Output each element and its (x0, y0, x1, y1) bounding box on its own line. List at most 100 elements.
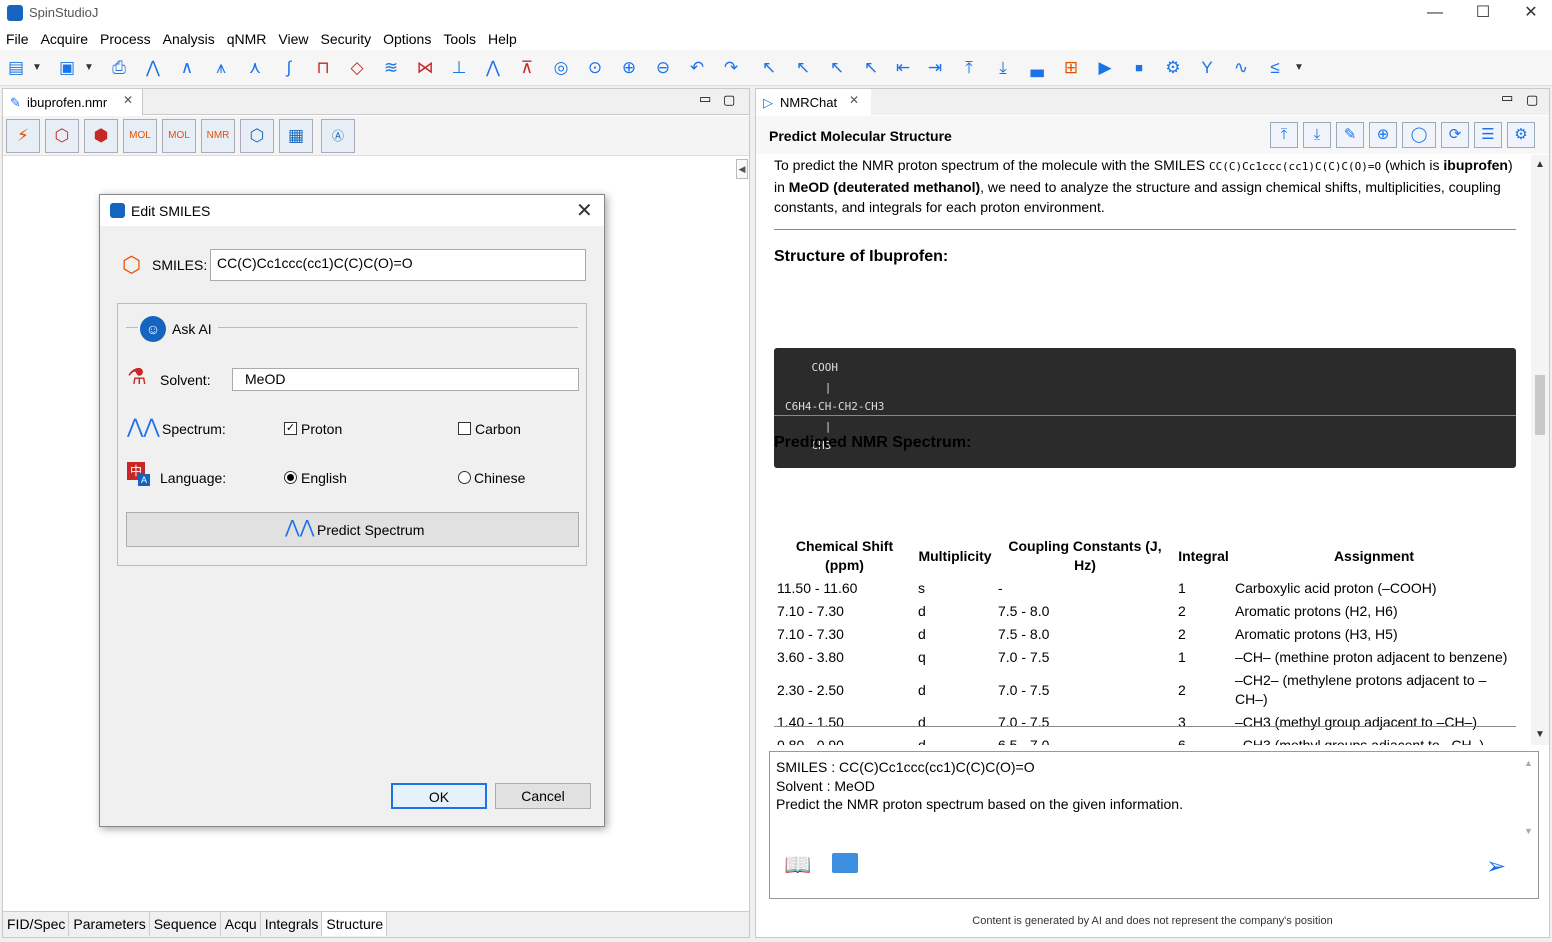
multiplet-icon[interactable]: ⩚ (210, 57, 232, 79)
undo-icon[interactable]: ↶ (686, 57, 708, 79)
tab-acqu[interactable]: Acqu (221, 912, 261, 936)
tab-structure[interactable]: Structure (322, 912, 388, 936)
menu-tools[interactable]: Tools (437, 28, 482, 47)
menu-qnmr[interactable]: qNMR (221, 28, 273, 47)
minimize-button[interactable]: — (1412, 0, 1458, 28)
tab-fid-spec[interactable]: FID/Spec (3, 912, 70, 936)
last-icon[interactable]: ⇥ (924, 57, 946, 79)
folder-icon[interactable] (832, 853, 858, 873)
edit-icon[interactable]: ✎ (1336, 122, 1364, 148)
play-icon[interactable]: ▶ (1094, 57, 1116, 79)
cursor-icon[interactable]: ↖ (826, 57, 848, 79)
phase-icon[interactable]: ⊓ (312, 57, 334, 79)
menu-security[interactable]: Security (315, 28, 378, 47)
tab-nmrchat[interactable]: ▷ NMRChat ✕ (756, 89, 871, 115)
redo-icon[interactable]: ↷ (720, 57, 742, 79)
database-icon[interactable]: ☰ (1474, 122, 1502, 148)
close-icon[interactable]: ✕ (849, 93, 859, 107)
fork-icon[interactable]: Y (1196, 57, 1218, 79)
chinese-radio[interactable] (458, 471, 471, 484)
carbon-checkbox[interactable] (458, 422, 471, 435)
maximize-icon[interactable]: ▢ (1526, 92, 1538, 108)
ref-circle-icon[interactable]: ◎ (550, 57, 572, 79)
peak-icon[interactable]: ∧ (176, 57, 198, 79)
proton-checkbox[interactable]: ✓ (284, 422, 297, 435)
save-icon[interactable]: ▣ (56, 57, 78, 79)
export-mol-icon[interactable]: MOL (162, 119, 196, 153)
scroll-up-icon[interactable]: ▲ (1535, 159, 1545, 170)
chevron-down-icon[interactable]: ▼ (1292, 57, 1306, 79)
download-icon[interactable]: ⤓ (992, 57, 1014, 79)
wand-icon[interactable]: ⚡ (6, 119, 40, 153)
chat-input-box[interactable]: SMILES : CC(C)Cc1ccc(cc1)C(C)C(O)=O Solv… (769, 751, 1539, 899)
chat-scrollbar[interactable]: ▲ ▼ (1531, 155, 1549, 745)
grid-icon[interactable]: ⊞ (1060, 57, 1082, 79)
new-chat-icon[interactable]: ⊕ (1369, 122, 1397, 148)
stop-icon[interactable]: ■ (1128, 57, 1150, 79)
ok-button[interactable]: OK (391, 783, 487, 809)
pulse-icon[interactable]: ∿ (1230, 57, 1252, 79)
menu-options[interactable]: Options (377, 28, 437, 47)
predict-spectrum-button[interactable]: ⋀⋀ Predict Spectrum (126, 512, 579, 547)
menu-help[interactable]: Help (482, 28, 523, 47)
cut-icon[interactable]: ⋈ (414, 57, 436, 79)
chevron-down-icon[interactable]: ▼ (30, 57, 44, 79)
settings-icon[interactable]: ⚙ (1507, 122, 1535, 148)
reference-icon[interactable]: ⊼ (516, 57, 538, 79)
import-mol-icon[interactable]: MOL (123, 119, 157, 153)
chat-bubble-icon[interactable]: ◯ (1402, 122, 1436, 148)
cursor-icon[interactable]: ↖ (758, 57, 780, 79)
scroll-down-icon[interactable]: ▼ (1535, 729, 1545, 740)
send-icon[interactable]: ➢ (1486, 852, 1506, 881)
nmr-icon[interactable]: NMR (201, 119, 235, 153)
tab-ibuprofen[interactable]: ✎ ibuprofen.nmr ✕ (3, 89, 143, 115)
cursor-icon[interactable]: ↖ (860, 57, 882, 79)
tab-integrals[interactable]: Integrals (261, 912, 323, 936)
menu-process[interactable]: Process (94, 28, 157, 47)
book-icon[interactable]: 📖 (784, 852, 811, 878)
chevron-down-icon[interactable]: ▼ (82, 57, 96, 79)
maximize-icon[interactable]: ▢ (723, 92, 735, 108)
chart-icon[interactable]: ▃ (1026, 57, 1048, 79)
smiles-input[interactable]: CC(C)Cc1ccc(cc1)C(C)C(O)=O (210, 249, 586, 281)
peak-pick-icon[interactable]: ⋏ (244, 57, 266, 79)
tab-parameters[interactable]: Parameters (69, 912, 150, 936)
tab-sequence[interactable]: Sequence (150, 912, 221, 936)
chat-input-text[interactable]: SMILES : CC(C)Cc1ccc(cc1)C(C)C(O)=O Solv… (776, 758, 1183, 814)
menu-file[interactable]: File (0, 28, 35, 47)
zoom-in-icon[interactable]: ⊕ (618, 57, 640, 79)
first-icon[interactable]: ⇤ (892, 57, 914, 79)
delete-structure-icon[interactable]: ⬡ (45, 119, 79, 153)
solvent-input[interactable]: MeOD (232, 368, 579, 391)
scroll-down-icon[interactable]: ▼ (1524, 826, 1533, 836)
cancel-button[interactable]: Cancel (495, 783, 591, 809)
menu-analysis[interactable]: Analysis (157, 28, 221, 47)
close-icon[interactable]: ✕ (123, 93, 133, 107)
spectrum-icon[interactable]: ⋀ (142, 57, 164, 79)
scroll-up-icon[interactable]: ▲ (1524, 758, 1533, 768)
grid-icon[interactable]: ▦ (279, 119, 313, 153)
upload-icon[interactable]: ⤒ (958, 57, 980, 79)
download-icon[interactable]: ⤓ (1303, 122, 1331, 148)
new-icon[interactable]: ▤ (5, 57, 27, 79)
remove-atom-icon[interactable]: ⬢ (84, 119, 118, 153)
menu-acquire[interactable]: Acquire (35, 28, 94, 47)
minimize-icon[interactable]: ▭ (699, 91, 711, 107)
stack-icon[interactable]: ⊥ (448, 57, 470, 79)
settings-icon[interactable]: ⚙ (1162, 57, 1184, 79)
close-button[interactable]: ✕ (1508, 0, 1552, 28)
close-icon[interactable]: ✕ (576, 198, 593, 223)
zoom-out-icon[interactable]: ⊖ (652, 57, 674, 79)
menu-view[interactable]: View (272, 28, 314, 47)
collapse-icon[interactable]: ◀ (736, 159, 748, 179)
integral-icon[interactable]: ∫ (278, 57, 300, 79)
cursor-icon[interactable]: ↖ (792, 57, 814, 79)
baseline-icon[interactable]: ◇ (346, 57, 368, 79)
settings-structure-icon[interactable]: ⬡ (240, 119, 274, 153)
maximize-button[interactable]: ☐ (1460, 0, 1506, 28)
ai-icon[interactable]: Ⓐ (321, 119, 355, 153)
peaks-icon[interactable]: ⋀ (482, 57, 504, 79)
zoom-fit-icon[interactable]: ⊙ (584, 57, 606, 79)
print-icon[interactable]: ⎙ (108, 57, 130, 79)
refresh-icon[interactable]: ⟳ (1441, 122, 1469, 148)
